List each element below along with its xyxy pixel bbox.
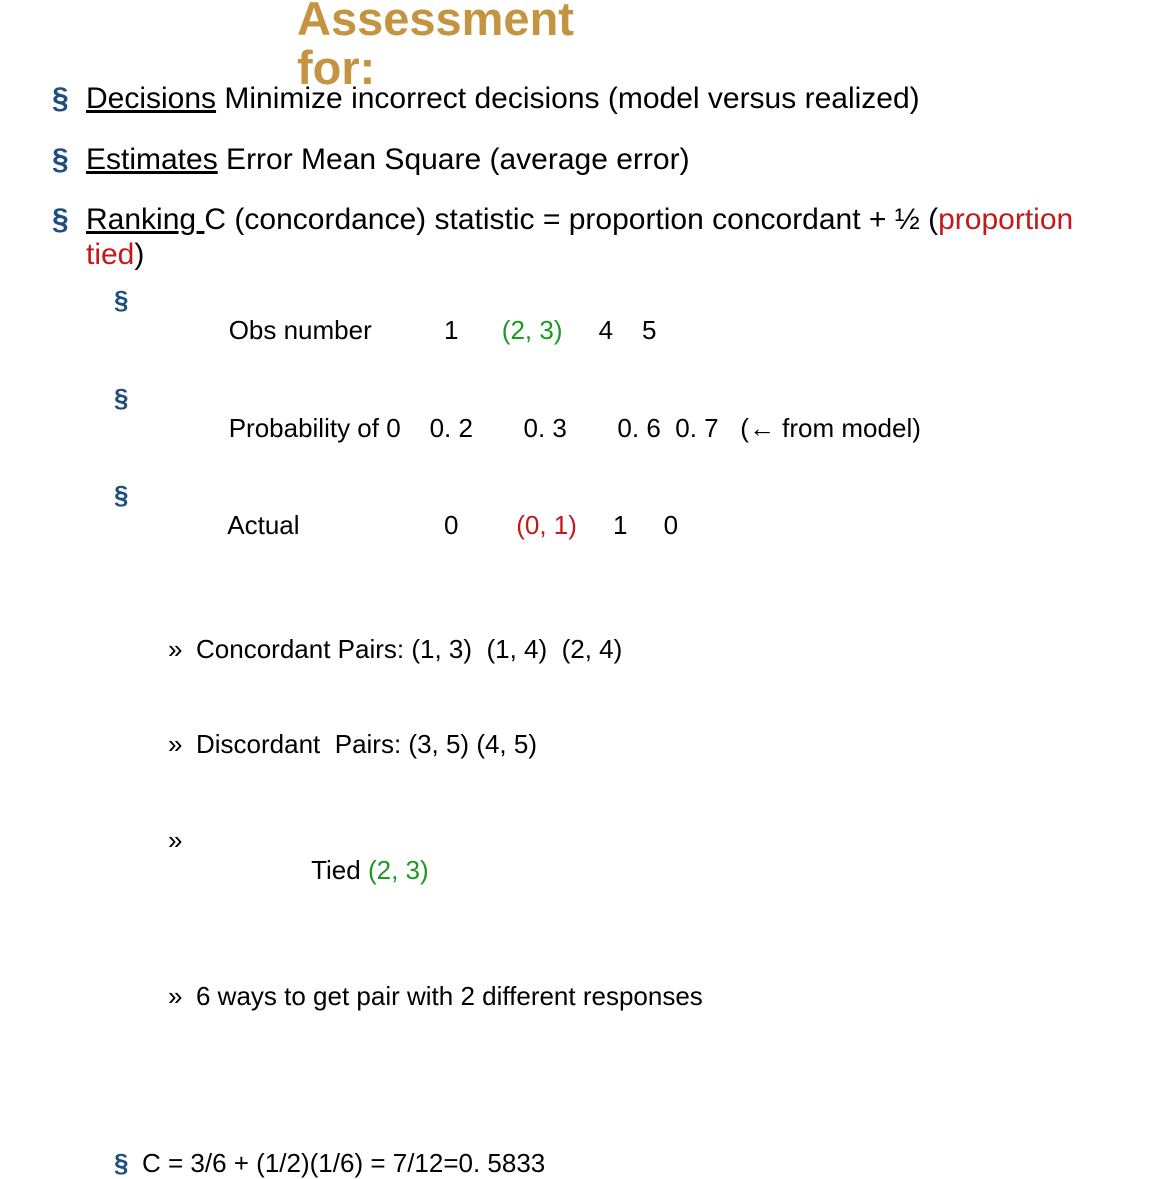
actual-post: 1 0 xyxy=(577,510,678,540)
bullet-list: Decisions Minimize incorrect decisions (… xyxy=(52,82,1122,1179)
prob-post: from model) xyxy=(775,413,921,443)
actual-red: (0, 1) xyxy=(516,510,577,540)
slide: Assessment for: Decisions Minimize incor… xyxy=(0,0,1152,648)
text-decisions: Minimize incorrect decisions (model vers… xyxy=(216,82,920,115)
detail-tied: Tied (2, 3) xyxy=(168,826,1122,916)
obs-label: Obs number 1 xyxy=(229,315,502,345)
detail-ways: 6 ways to get pair with 2 different resp… xyxy=(168,982,1122,1012)
detail-discordant: Discordant Pairs: (3, 5) (4, 5) xyxy=(168,730,1122,760)
sub-probability: Probability of 0 0. 2 0. 3 0. 6 0. 7 (← … xyxy=(114,384,1122,474)
obs-post: 4 5 xyxy=(562,315,656,345)
text-estimates: Error Mean Square (average error) xyxy=(218,143,690,176)
detail-list: Concordant Pairs: (1, 3) (1, 4) (2, 4) D… xyxy=(168,575,1122,1077)
text-ranking-a: C (concordance) statistic = proportion c… xyxy=(204,203,938,236)
title-line-1: Assessment xyxy=(297,0,574,45)
tied-pre: Tied xyxy=(311,855,368,885)
actual-pre: Actual 0 xyxy=(227,510,516,540)
tied-grn: (2, 3) xyxy=(368,855,429,885)
detail-concordant: Concordant Pairs: (1, 3) (1, 4) (2, 4) xyxy=(168,635,1122,665)
bullet-decisions: Decisions Minimize incorrect decisions (… xyxy=(52,82,1122,117)
arrow-left-icon: ← xyxy=(749,413,775,443)
sub-c-value: C = 3/6 + (1/2)(1/6) = 7/12=0. 5833 xyxy=(114,1149,1122,1179)
term-estimates: Estimates xyxy=(86,143,218,176)
obs-green: (2, 3) xyxy=(502,315,563,345)
prob-pre: Probability of 0 0. 2 0. 3 0. 6 0. 7 ( xyxy=(229,413,749,443)
content-area: Decisions Minimize incorrect decisions (… xyxy=(52,0,1122,1179)
bullet-ranking: Ranking C (concordance) statistic = prop… xyxy=(52,203,1122,1179)
text-ranking-b: ) xyxy=(134,238,144,271)
sub-obs-number: Obs number 1 (2, 3) 4 5 xyxy=(114,286,1122,376)
sub-list: Obs number 1 (2, 3) 4 5 Probability of 0… xyxy=(114,286,1122,1179)
term-decisions: Decisions xyxy=(86,82,216,115)
bullet-estimates: Estimates Error Mean Square (average err… xyxy=(52,143,1122,178)
sub-actual: Actual 0 (0, 1) 1 0 Concordant Pairs: (1… xyxy=(114,481,1122,1141)
slide-title: Assessment for: xyxy=(297,0,574,93)
term-ranking: Ranking xyxy=(86,203,204,236)
